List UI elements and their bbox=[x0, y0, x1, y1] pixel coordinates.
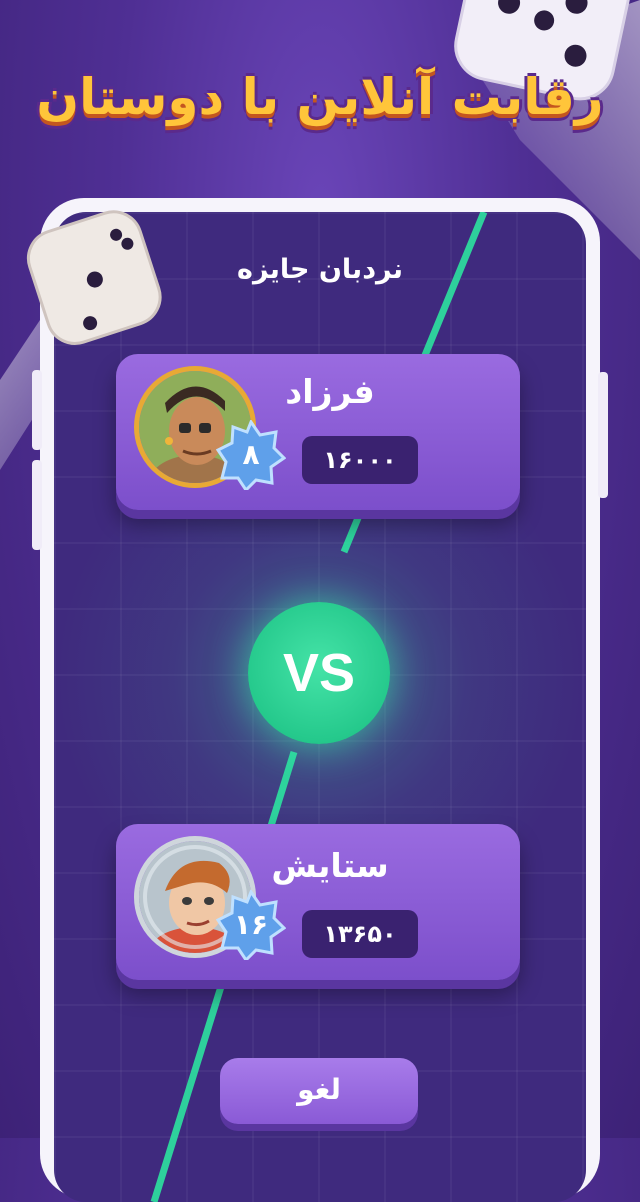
phone-side-button bbox=[32, 460, 42, 550]
game-screen: نردبان جایزه ۸ فرزاد ۱۶۰۰۰ VS ۱۶ ستایش ۱… bbox=[54, 212, 586, 1202]
player-name: فرزاد bbox=[285, 372, 375, 411]
cancel-button[interactable]: لغو bbox=[220, 1058, 418, 1124]
player-name: ستایش bbox=[271, 846, 389, 885]
player-card: ۱۶ ستایش ۱۳۶۵۰ bbox=[116, 824, 520, 980]
player-card: ۸ فرزاد ۱۶۰۰۰ bbox=[116, 354, 520, 510]
headline: رقابت آنلاین با دوستان bbox=[36, 68, 604, 126]
phone-side-button bbox=[32, 370, 42, 450]
dice-icon-left bbox=[26, 210, 162, 345]
level-number: ۱۶ bbox=[233, 908, 269, 941]
phone-side-button bbox=[598, 372, 608, 498]
level-badge: ۸ bbox=[216, 420, 286, 490]
player-score: ۱۳۶۵۰ bbox=[302, 910, 418, 958]
level-badge: ۱۶ bbox=[216, 890, 286, 960]
player-score: ۱۶۰۰۰ bbox=[302, 436, 418, 484]
vs-badge: VS bbox=[248, 602, 390, 744]
level-number: ۸ bbox=[242, 438, 260, 471]
